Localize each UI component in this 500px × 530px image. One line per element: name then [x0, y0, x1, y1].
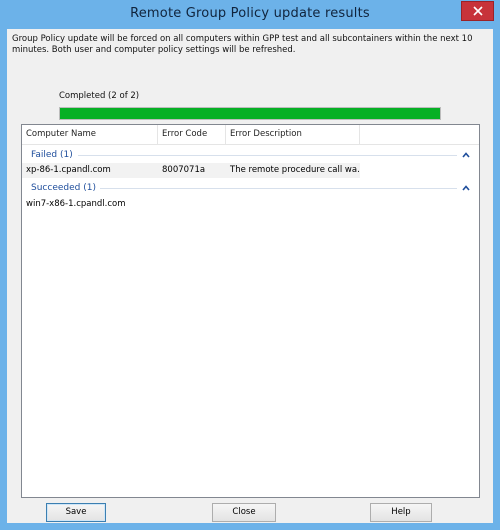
cell-error-code: 8007071a: [158, 163, 226, 178]
close-icon: [472, 6, 483, 16]
cell-computer-name: xp-86-1.cpandl.com: [22, 163, 158, 178]
progress-bar-fill: [60, 108, 440, 119]
help-button[interactable]: Help: [370, 503, 432, 522]
group-title-succeeded: Succeeded (1): [31, 181, 100, 195]
list-header: Computer Name Error Code Error Descripti…: [22, 125, 479, 145]
progress-bar: [59, 107, 441, 120]
table-row[interactable]: win7-x86-1.cpandl.com: [22, 197, 479, 212]
group-header-succeeded[interactable]: Succeeded (1): [22, 181, 479, 195]
progress-label: Completed (2 of 2): [59, 91, 140, 101]
title-bar[interactable]: Remote Group Policy update results: [0, 0, 500, 29]
cell-computer-name: win7-x86-1.cpandl.com: [26, 199, 126, 209]
table-row[interactable]: xp-86-1.cpandl.com 8007071a The remote p…: [22, 163, 479, 178]
group-divider: [98, 188, 457, 189]
dialog-window: Remote Group Policy update results Group…: [0, 0, 500, 530]
close-button[interactable]: Close: [212, 503, 276, 522]
column-header-error-description[interactable]: Error Description: [226, 125, 360, 144]
chevron-up-icon[interactable]: [461, 183, 471, 193]
window-title: Remote Group Policy update results: [130, 6, 370, 21]
group-title-failed: Failed (1): [31, 148, 77, 162]
chevron-up-icon[interactable]: [461, 150, 471, 160]
save-button[interactable]: Save: [46, 503, 106, 522]
cell-error-description: The remote procedure call wa...: [226, 163, 360, 178]
results-list[interactable]: Computer Name Error Code Error Descripti…: [21, 124, 480, 498]
group-divider: [78, 155, 457, 156]
column-header-computer-name[interactable]: Computer Name: [22, 125, 158, 144]
column-header-error-code[interactable]: Error Code: [158, 125, 226, 144]
window-close-button[interactable]: [461, 1, 494, 21]
description-text: Group Policy update will be forced on al…: [12, 34, 473, 55]
group-header-failed[interactable]: Failed (1): [22, 148, 479, 162]
